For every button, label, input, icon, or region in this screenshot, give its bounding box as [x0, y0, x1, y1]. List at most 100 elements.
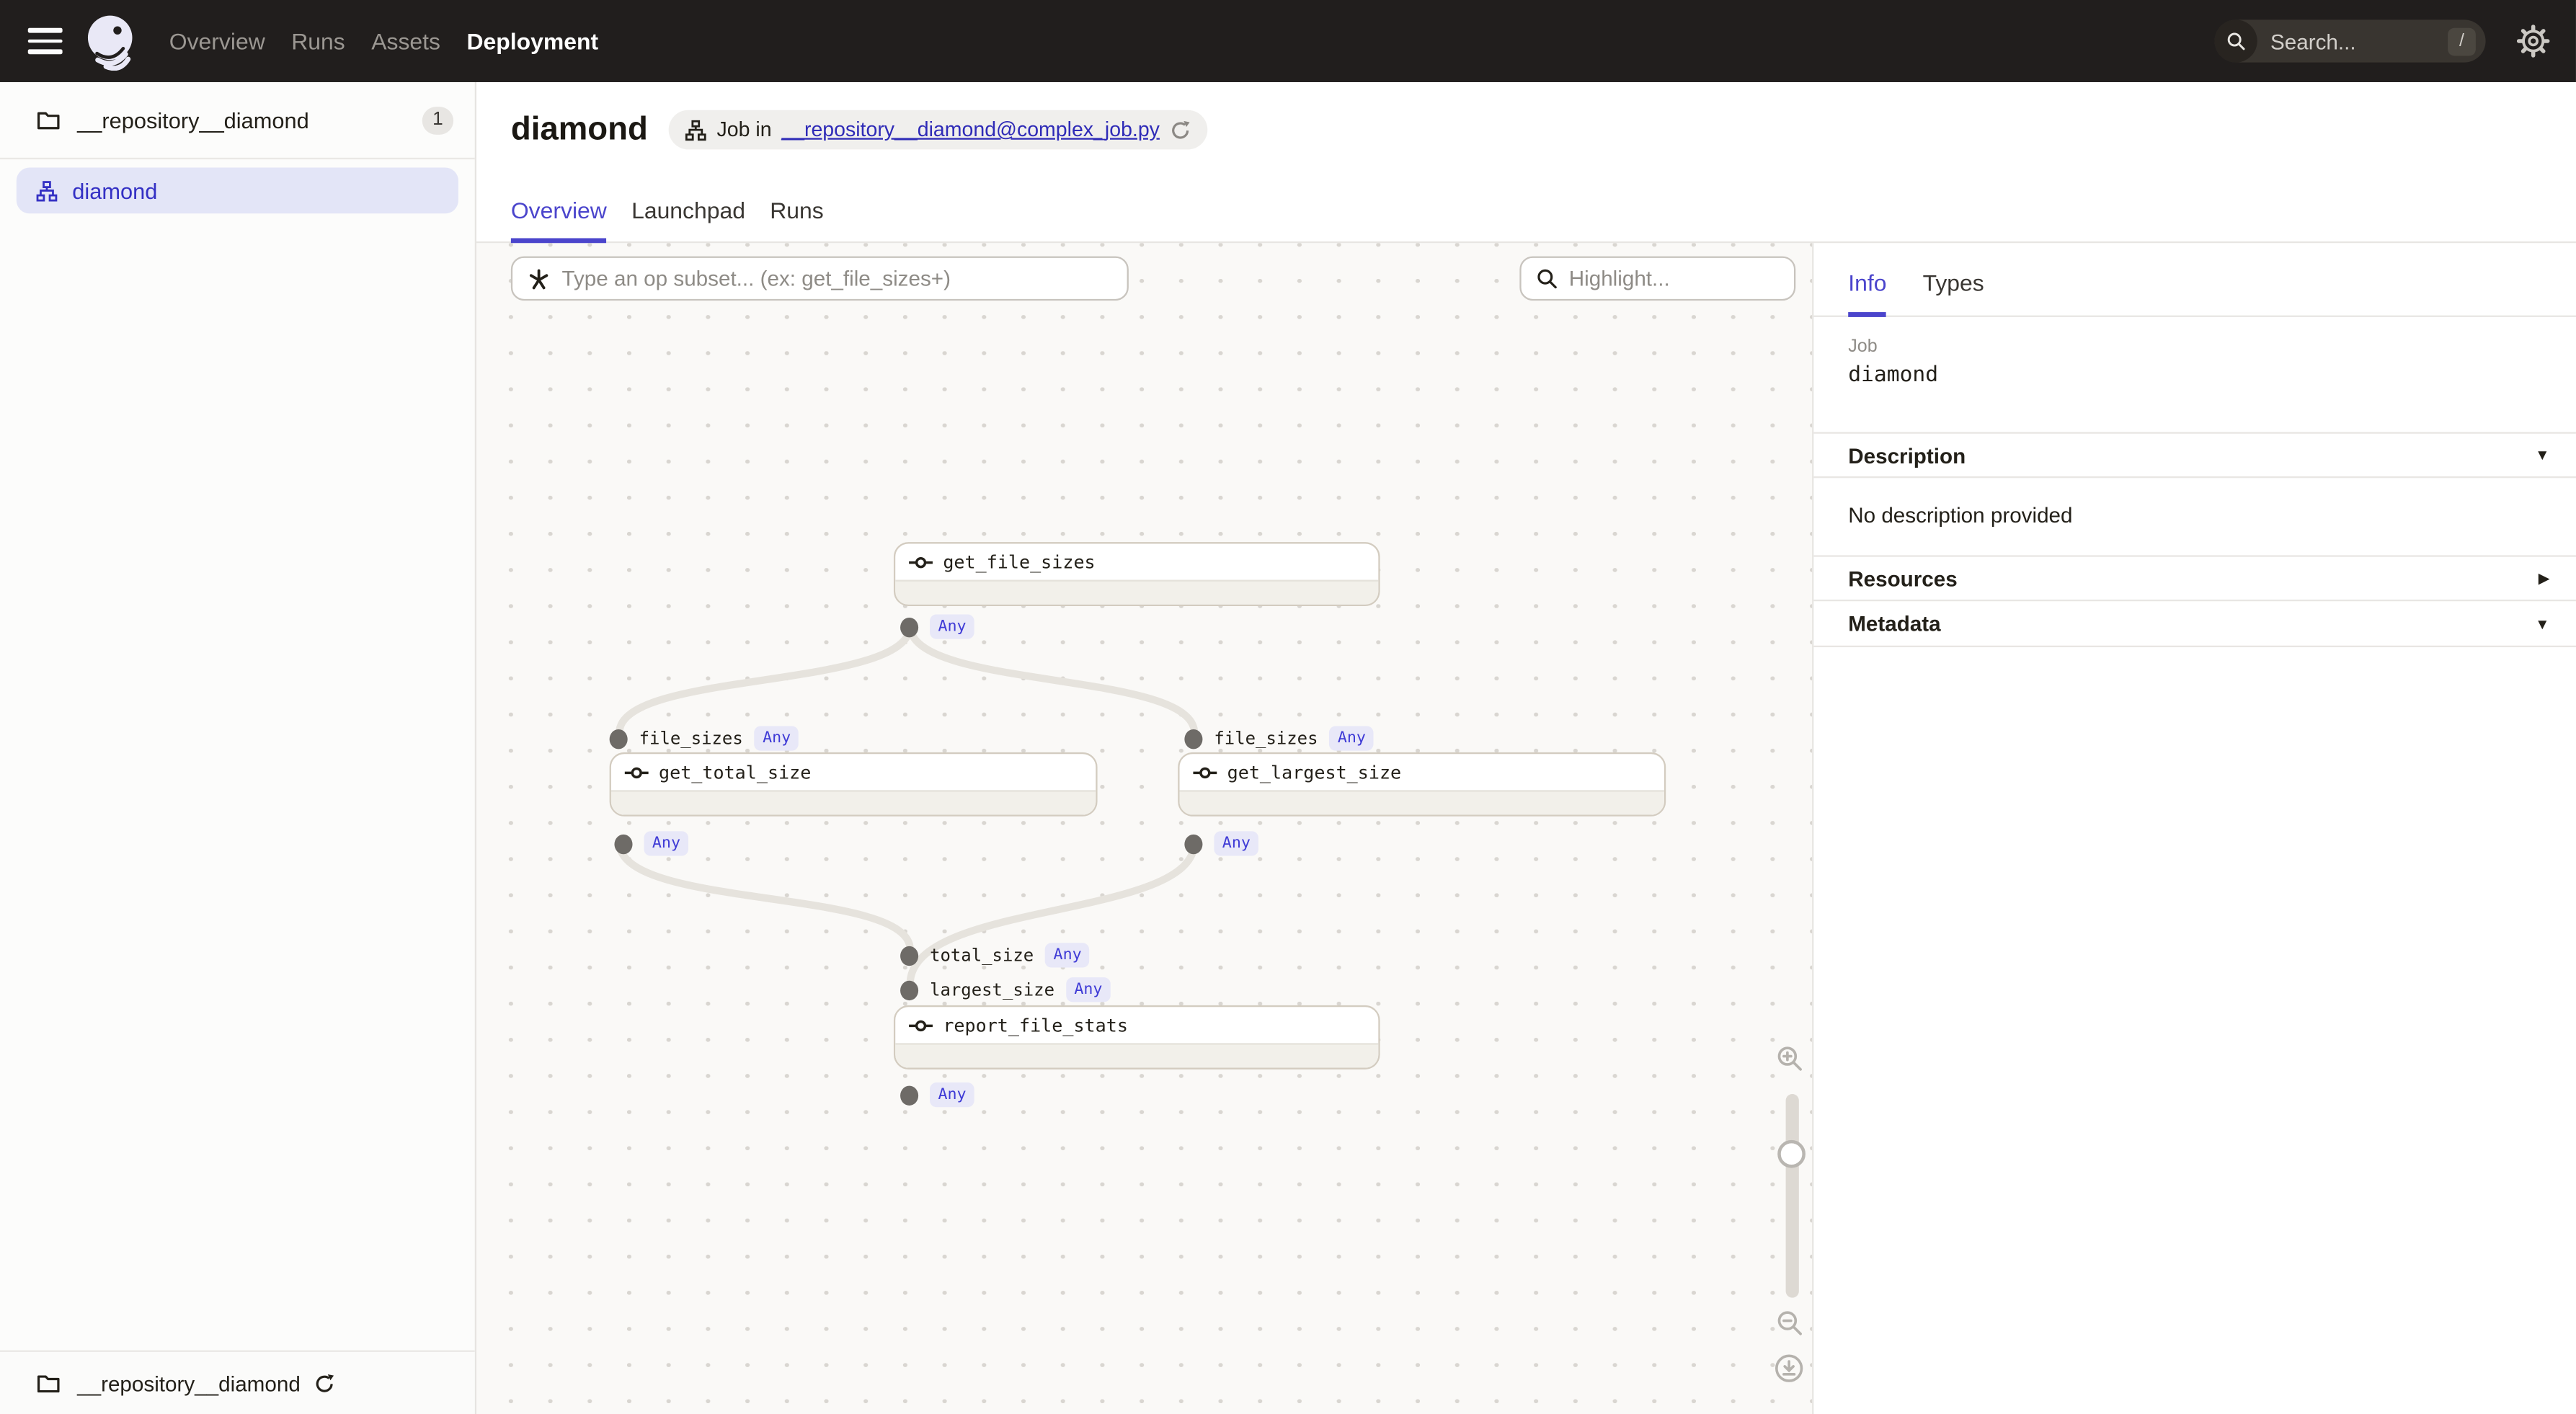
op-selector-icon — [528, 267, 551, 290]
nav-item-deployment[interactable]: Deployment — [466, 28, 598, 54]
hamburger-menu-icon[interactable] — [28, 28, 63, 54]
port-label: file_sizes — [639, 729, 743, 748]
op-node-report-file-stats[interactable]: report_file_stats — [894, 1005, 1380, 1070]
refresh-icon[interactable] — [1170, 119, 1191, 141]
zoom-out-icon[interactable] — [1776, 1309, 1804, 1346]
type-badge[interactable]: Any — [644, 831, 688, 855]
description-body: No description provided — [1813, 478, 2576, 555]
type-badge[interactable]: Any — [1066, 977, 1111, 1002]
repository-name: __repository__diamond — [77, 107, 309, 132]
port-icon — [900, 617, 918, 636]
job-field-label: Job — [1848, 337, 2541, 356]
gear-icon[interactable] — [2517, 25, 2550, 58]
op-subset-filter[interactable] — [511, 257, 1129, 301]
input-port-file-sizes-right: file_sizes Any — [1184, 726, 1374, 750]
download-icon[interactable] — [1775, 1353, 1804, 1391]
port-icon — [1184, 729, 1202, 748]
op-icon — [624, 765, 649, 780]
caret-right-icon: ▶ — [2539, 569, 2550, 587]
type-badge[interactable]: Any — [930, 1082, 974, 1107]
top-nav: Overview Runs Assets Deployment / — [0, 0, 2576, 82]
port-icon — [900, 980, 918, 1000]
tab-launchpad[interactable]: Launchpad — [631, 197, 745, 244]
reload-icon[interactable] — [314, 1372, 335, 1394]
nav-item-runs[interactable]: Runs — [291, 28, 345, 54]
sidebar-footer: __repository__diamond — [0, 1351, 475, 1414]
nav-item-assets[interactable]: Assets — [371, 28, 440, 54]
job-field-value: diamond — [1848, 363, 2541, 388]
section-description[interactable]: Description ▼ — [1813, 432, 2576, 478]
primary-nav: Overview Runs Assets Deployment — [169, 0, 598, 82]
edge-getfilesizes-to-gettotalsize — [619, 626, 910, 732]
left-sidebar: __repository__diamond 1 diamond __reposi… — [0, 82, 476, 1414]
sidebar-item-diamond[interactable]: diamond — [17, 167, 458, 213]
search-input[interactable] — [2270, 29, 2415, 53]
main-content: diamond Job in __repository__diamond@com… — [476, 82, 2576, 1414]
port-label: file_sizes — [1214, 729, 1318, 748]
job-breadcrumb-pill: Job in __repository__diamond@complex_job… — [669, 110, 1207, 150]
op-icon — [908, 554, 933, 569]
op-icon — [1193, 765, 1217, 780]
section-metadata[interactable]: Metadata ▼ — [1813, 601, 2576, 647]
tab-types[interactable]: Types — [1923, 270, 1984, 317]
tab-runs[interactable]: Runs — [770, 197, 824, 244]
repository-header[interactable]: __repository__diamond 1 — [0, 82, 475, 159]
port-label: largest_size — [930, 980, 1054, 1000]
page-header: diamond Job in __repository__diamond@com… — [476, 82, 2576, 243]
op-node-get-file-sizes[interactable]: get_file_sizes — [894, 542, 1380, 606]
info-panel-tabs: Info Types — [1813, 243, 2576, 317]
port-icon — [1184, 834, 1202, 853]
global-search[interactable]: / — [2214, 19, 2485, 62]
section-resources[interactable]: Resources ▶ — [1813, 555, 2576, 601]
highlight-input[interactable] — [1569, 266, 1812, 290]
tab-info[interactable]: Info — [1848, 270, 1886, 317]
job-graph-icon — [685, 119, 707, 141]
op-subset-input[interactable] — [562, 266, 1113, 290]
footer-repository-name: __repository__diamond — [77, 1371, 301, 1395]
edge-gettotalsize-to-report — [619, 842, 910, 949]
op-node-body — [895, 580, 1378, 605]
op-node-body — [611, 790, 1096, 814]
info-sections: Description ▼ No description provided Re… — [1813, 432, 2576, 647]
job-file-link[interactable]: __repository__diamond@complex_job.py — [781, 118, 1160, 141]
zoom-slider-handle[interactable] — [1777, 1140, 1806, 1168]
op-graph-canvas[interactable]: get_file_sizes Any file_sizes Any — [476, 243, 1812, 1414]
port-icon — [900, 1085, 918, 1104]
nav-item-overview[interactable]: Overview — [169, 28, 265, 54]
highlight-filter[interactable] — [1519, 257, 1795, 301]
edge-getfilesizes-to-getlargestsize — [910, 626, 1194, 732]
folder-icon — [36, 1371, 61, 1395]
op-icon — [908, 1018, 933, 1033]
output-port-get-largest-size: Any — [1184, 831, 1258, 855]
port-icon — [610, 729, 628, 748]
op-name: get_total_size — [659, 761, 811, 783]
op-node-get-largest-size[interactable]: get_largest_size — [1178, 752, 1666, 817]
zoom-slider-track[interactable] — [1786, 1094, 1799, 1298]
dagster-logo-icon[interactable] — [82, 12, 141, 71]
type-badge[interactable]: Any — [1214, 831, 1258, 855]
zoom-in-icon[interactable] — [1776, 1045, 1804, 1081]
input-port-largest-size: largest_size Any — [900, 977, 1111, 1002]
repository-count-badge: 1 — [422, 106, 453, 134]
op-name: report_file_stats — [943, 1014, 1128, 1036]
type-badge[interactable]: Any — [755, 726, 799, 750]
input-port-file-sizes-left: file_sizes Any — [610, 726, 799, 750]
output-port-get-total-size: Any — [614, 831, 688, 855]
job-summary: Job diamond — [1813, 317, 2576, 388]
op-node-get-total-size[interactable]: get_total_size — [610, 752, 1098, 817]
info-side-panel: Info Types Job diamond Description ▼ No … — [1812, 243, 2576, 1414]
type-badge[interactable]: Any — [1329, 726, 1374, 750]
output-port-get-file-sizes: Any — [900, 614, 974, 639]
job-graph-icon — [36, 180, 58, 202]
search-icon — [2214, 19, 2257, 62]
type-badge[interactable]: Any — [1045, 943, 1090, 967]
op-node-body — [1180, 790, 1664, 814]
type-badge[interactable]: Any — [930, 614, 974, 639]
page-tabs: Overview Launchpad Runs — [511, 197, 824, 244]
port-label: total_size — [930, 946, 1034, 965]
search-shortcut-badge: / — [2448, 27, 2476, 55]
tab-overview[interactable]: Overview — [511, 197, 607, 244]
op-name: get_file_sizes — [943, 551, 1095, 573]
job-pill-prefix: Job in — [717, 118, 772, 141]
caret-down-icon: ▼ — [2535, 447, 2549, 463]
